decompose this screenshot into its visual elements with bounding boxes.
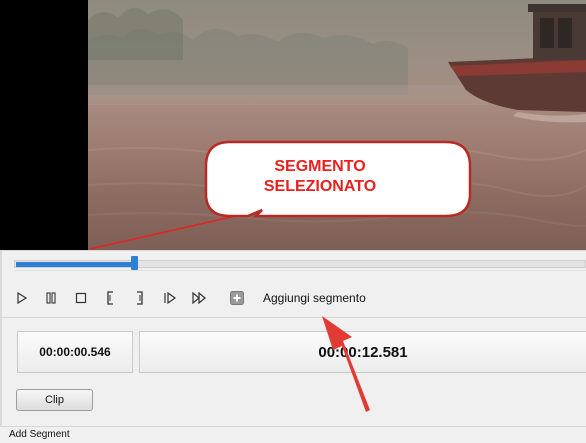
play-icon <box>17 292 28 304</box>
pause-button[interactable] <box>43 290 59 306</box>
mark-in-button[interactable] <box>103 290 119 306</box>
video-scene-image <box>88 4 586 228</box>
start-time-display: 00:00:00.546 <box>17 331 133 373</box>
status-bar-text: Add Segment <box>9 429 70 440</box>
timeline-playhead-handle[interactable] <box>131 256 138 270</box>
mark-in-icon <box>107 291 113 305</box>
timeline-selected-segment <box>16 262 135 267</box>
video-frame <box>88 0 586 250</box>
timeline-divider <box>14 270 586 271</box>
pause-icon <box>46 292 56 304</box>
add-segment-label[interactable]: Aggiungi segmento <box>263 291 366 305</box>
video-preview <box>0 0 586 250</box>
start-time-value: 00:00:00.546 <box>39 345 111 359</box>
clip-button-label: Clip <box>45 394 64 406</box>
clip-button[interactable]: Clip <box>16 389 93 411</box>
end-time-value: 00:00:12.581 <box>318 343 408 361</box>
add-segment-icon <box>230 291 244 305</box>
end-time-display: 00:00:12.581 <box>139 331 586 373</box>
step-forward-icon <box>164 292 177 304</box>
stop-button[interactable] <box>73 290 89 306</box>
controls-divider <box>0 317 586 318</box>
callout-text: SEGMENTO SELEZIONATO <box>263 158 377 195</box>
play-button[interactable] <box>14 290 30 306</box>
stop-icon <box>75 292 87 304</box>
status-bar: Add Segment <box>0 426 586 443</box>
mark-out-icon <box>137 291 143 305</box>
fast-forward-icon <box>191 292 206 304</box>
fast-forward-button[interactable] <box>191 290 207 306</box>
add-segment-button[interactable] <box>229 290 245 306</box>
mark-out-button[interactable] <box>131 290 147 306</box>
step-forward-button[interactable] <box>162 290 178 306</box>
panel-edge <box>0 250 2 426</box>
